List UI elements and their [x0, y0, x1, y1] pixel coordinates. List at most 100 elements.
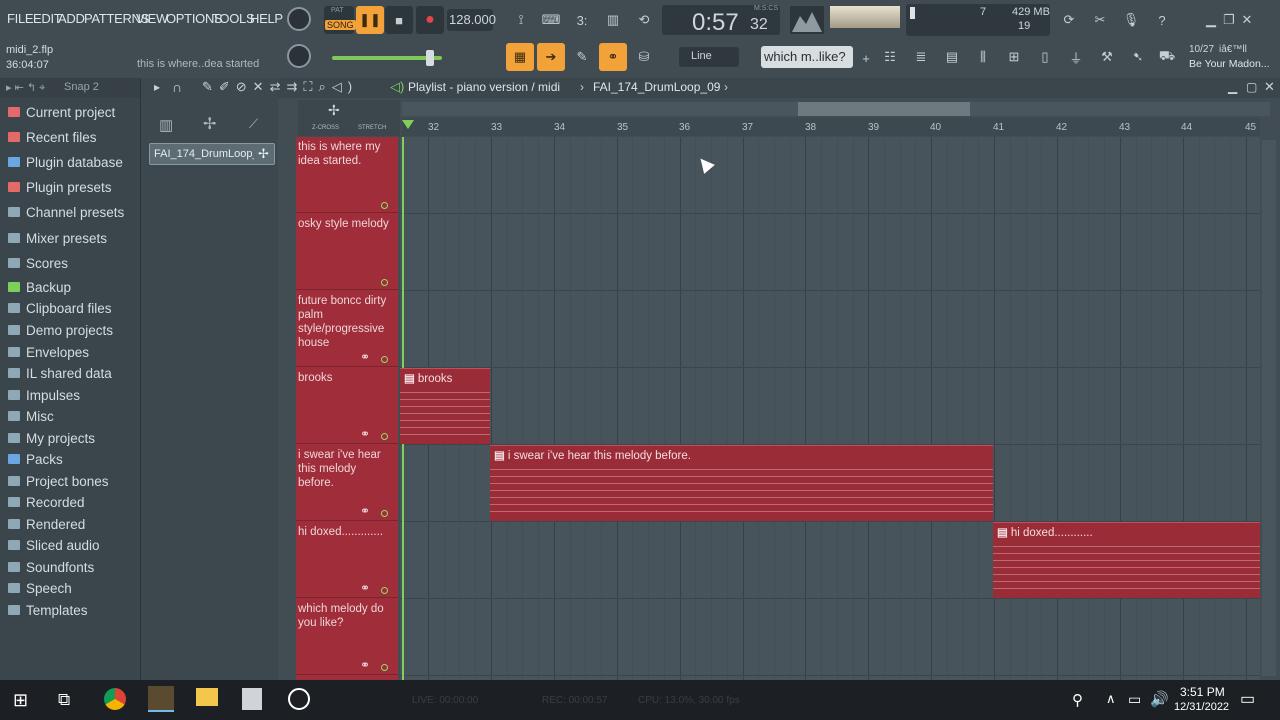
bar-number[interactable]: 37 [742, 122, 753, 133]
link-icon[interactable]: ⚭ [360, 658, 370, 672]
pattern-clip[interactable]: ▤ hi doxed............ [993, 522, 1260, 598]
stop-button[interactable]: ■ [385, 6, 413, 34]
bar-number[interactable]: 35 [617, 122, 628, 133]
recorder-icon[interactable] [288, 688, 310, 710]
playhead-marker[interactable] [402, 120, 414, 129]
file-explorer-icon[interactable] [196, 688, 218, 706]
task-view-icon[interactable]: ⧉ [58, 690, 70, 710]
track-enable-icon[interactable] [381, 433, 388, 440]
notifications-icon[interactable]: ▭ [1240, 689, 1255, 709]
track-name[interactable]: hi doxed............. [298, 525, 394, 539]
menu-tools[interactable]: TOOLS [212, 11, 255, 26]
bar-number[interactable]: 44 [1181, 122, 1192, 133]
track-name[interactable]: i swear i've hear this melody before. [298, 448, 394, 490]
bar-number[interactable]: 39 [868, 122, 879, 133]
clock-time[interactable]: 3:51 PM [1180, 685, 1225, 699]
browser-item[interactable]: Scores [8, 253, 68, 273]
track-enable-icon[interactable] [381, 356, 388, 363]
zoom-icon[interactable]: ✢ [328, 102, 340, 119]
browser-item[interactable]: Project bones [8, 471, 109, 491]
tag-icon[interactable]: ➷ [1124, 43, 1152, 71]
menu-add[interactable]: ADD [58, 11, 85, 26]
fl-studio-icon[interactable] [148, 686, 174, 712]
track-name[interactable]: which melody do you like? [298, 602, 394, 630]
windows-start-icon[interactable]: ⊞ [13, 690, 28, 711]
browser-item[interactable]: Recent files [8, 127, 97, 147]
browser-item[interactable]: Speech [8, 578, 72, 598]
pattern-selector[interactable]: which m..like? [761, 46, 853, 68]
channel-item[interactable]: FAI_174_DrumLoop_... ✢ [149, 143, 275, 165]
pause-button[interactable]: ❚❚ [356, 6, 384, 34]
browser-item[interactable]: Packs [8, 449, 63, 469]
countdown-icon[interactable]: 3: [568, 6, 596, 34]
line-mode-select[interactable]: Line [679, 47, 739, 67]
record-button[interactable]: ● [416, 6, 444, 34]
tools-icon[interactable]: ⚒ [1093, 43, 1121, 71]
playlist-tool-icons[interactable]: ✎✐⊘✕⇄⇉⛶⌕◁) [202, 79, 358, 95]
typing-keyboard-icon[interactable]: ⛁ [630, 43, 658, 71]
scroll-thumb[interactable] [798, 102, 970, 116]
news-title[interactable]: Be Your Madon... [1189, 58, 1270, 70]
track-enable-icon[interactable] [381, 510, 388, 517]
bar-number[interactable]: 36 [679, 122, 690, 133]
bar-number[interactable]: 41 [993, 122, 1004, 133]
piano-roll-icon[interactable]: ✎ [568, 43, 596, 71]
piano-icon[interactable]: ▤ [938, 43, 966, 71]
file-icon[interactable]: ▯ [1031, 43, 1059, 71]
loop-record-icon[interactable]: ⟲ [630, 6, 658, 34]
pattern-mode-icon[interactable]: ▥ [159, 116, 173, 134]
bar-number[interactable]: 32 [428, 122, 439, 133]
bar-number[interactable]: 42 [1056, 122, 1067, 133]
track-enable-icon[interactable] [381, 664, 388, 671]
chrome-icon[interactable] [104, 688, 126, 710]
song-mode-toggle[interactable]: PAT SONG [324, 6, 356, 34]
link-icon[interactable]: ⚭ [360, 427, 370, 441]
browser-item[interactable]: Plugin presets [8, 177, 112, 197]
link-icon[interactable]: ⚭ [360, 504, 370, 518]
browser-item[interactable]: Impulses [8, 385, 80, 405]
track-name[interactable]: osky style melody [298, 217, 394, 231]
plugin-icon[interactable]: ⫼ [969, 43, 997, 71]
link-icon[interactable]: ⚭ [360, 581, 370, 595]
volume-icon[interactable]: 🔊 [1150, 690, 1169, 708]
browser-item[interactable]: IL shared data [8, 363, 112, 383]
bar-number[interactable]: 33 [491, 122, 502, 133]
step-edit-icon[interactable]: ▥ [599, 6, 627, 34]
tempo-display[interactable]: 128.000 [447, 9, 496, 31]
bar-number[interactable]: 40 [930, 122, 941, 133]
link-icon[interactable]: ⚭ [360, 350, 370, 364]
plug-icon[interactable]: ⏚ [1062, 43, 1090, 71]
metronome-icon[interactable]: ⟟ [507, 6, 535, 34]
browser-item[interactable]: Rendered [8, 514, 85, 534]
browser-item[interactable]: Channel presets [8, 202, 124, 222]
link-icon[interactable]: ⚭ [599, 43, 627, 71]
browser-item[interactable]: Templates [8, 600, 88, 620]
master-volume-knob[interactable] [287, 7, 311, 31]
automation-mode-icon[interactable]: ⟋ [249, 116, 258, 132]
track-name[interactable]: brooks [298, 371, 394, 385]
play-arrow-icon[interactable]: ▸ [154, 80, 160, 94]
horizontal-scrollbar[interactable] [402, 102, 1270, 116]
track-name[interactable]: future boncc dirty palm style/progressiv… [298, 294, 394, 350]
playlist-grid[interactable]: ▤ brooks ▤ i swear i've hear this melody be… [400, 137, 1260, 680]
pattern-clip[interactable]: ▤ i swear i've hear this melody before. [490, 445, 993, 521]
dropdown-icon[interactable]: › [724, 80, 728, 94]
slider-handle[interactable] [426, 50, 434, 66]
people-icon[interactable]: ⚲ [1072, 691, 1083, 709]
clock-date[interactable]: 12/31/2022 [1174, 701, 1229, 713]
headphone-icon[interactable]: ∩ [172, 79, 182, 95]
browser-item[interactable]: Envelopes [8, 342, 89, 362]
playlist-maximize-icon[interactable]: ▢ [1246, 80, 1257, 94]
master-pitch-knob[interactable] [287, 44, 311, 68]
bar-number[interactable]: 43 [1119, 122, 1130, 133]
track-enable-icon[interactable] [381, 587, 388, 594]
bar-number[interactable]: 38 [805, 122, 816, 133]
bar-number[interactable]: 34 [554, 122, 565, 133]
browser-item[interactable]: Clipboard files [8, 298, 112, 318]
arrow-icon[interactable]: ➔ [537, 43, 565, 71]
microphone-icon[interactable]: 🎙 [1117, 6, 1145, 34]
notepad-icon[interactable] [242, 688, 262, 710]
pattern-play-icon[interactable]: ◁) [390, 79, 404, 95]
vertical-scrollbar[interactable] [1262, 140, 1276, 676]
browser-icon[interactable]: ⊞ [1000, 43, 1028, 71]
